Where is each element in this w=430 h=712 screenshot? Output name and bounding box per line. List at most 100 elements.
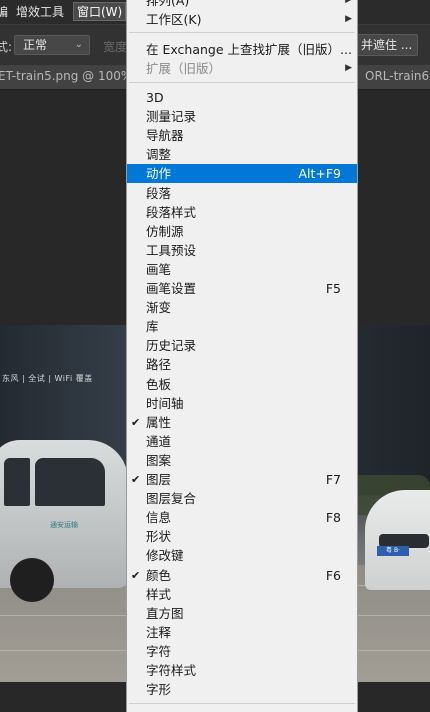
white-car-right: 粤 B· bbox=[365, 490, 430, 590]
menu-item-panels-14[interactable]: 路径 bbox=[127, 355, 357, 374]
menu-item-panels-23[interactable]: 形状 bbox=[127, 527, 357, 546]
menu-item-panels-5[interactable]: 段落 bbox=[127, 184, 357, 203]
menu-item-label: 排列(A) bbox=[146, 0, 190, 8]
menu-item-panels-26[interactable]: 样式 bbox=[127, 585, 357, 604]
menu-item-label: 测量记录 bbox=[146, 109, 197, 125]
car-window bbox=[4, 458, 30, 506]
menu-item-panels-20[interactable]: ✔ 图层 F7 bbox=[127, 470, 357, 489]
menu-item-label: 路径 bbox=[146, 357, 172, 373]
menu-item-label: 直方图 bbox=[146, 605, 184, 621]
menu-item-panels-27[interactable]: 直方图 bbox=[127, 604, 357, 623]
menu-edit[interactable]: 编 bbox=[0, 3, 8, 20]
menu-item-label: 形状 bbox=[146, 529, 172, 545]
menu-item-label: 库 bbox=[146, 319, 159, 335]
menu-separator bbox=[129, 82, 355, 84]
menu-item-extension-0[interactable]: 在 Exchange 上查找扩展（旧版）... bbox=[127, 40, 357, 59]
blend-mode-select[interactable]: 正常 ⌄ bbox=[14, 35, 90, 55]
menu-item-panels-28[interactable]: 注释 bbox=[127, 623, 357, 642]
menu-item-top-0[interactable]: 排列(A) ▶ bbox=[127, 0, 357, 10]
width-label: 宽度 bbox=[103, 40, 128, 54]
menu-item-label: 仿制源 bbox=[146, 223, 184, 239]
window-menu-dropdown: 排列(A) ▶ 工作区(K) ▶ 在 Exchange 上查找扩展（旧版）... 扩展（旧… bbox=[126, 0, 358, 712]
menu-item-label: 调整 bbox=[146, 147, 172, 163]
menu-item-panels-31[interactable]: 字形 bbox=[127, 680, 357, 699]
menu-item-label: 通道 bbox=[146, 433, 172, 449]
menu-item-label: 样式 bbox=[146, 586, 172, 602]
menu-window[interactable]: 窗口(W) bbox=[73, 2, 127, 21]
menu-item-panels-19[interactable]: 图案 bbox=[127, 451, 357, 470]
menu-item-label: 色板 bbox=[146, 376, 172, 392]
menu-item-label: 注释 bbox=[146, 624, 172, 640]
menu-item-shortcut: Alt+F9 bbox=[298, 166, 341, 182]
chevron-down-icon: ⌄ bbox=[74, 39, 83, 50]
car-window bbox=[35, 458, 105, 506]
select-and-mask-button[interactable]: 并遮住 ... bbox=[356, 34, 418, 56]
menu-item-panels-30[interactable]: 字符样式 bbox=[127, 661, 357, 680]
menu-item-panels-18[interactable]: 通道 bbox=[127, 432, 357, 451]
car-logo: 通安运输 bbox=[50, 521, 78, 529]
menu-item-label: 画笔 bbox=[146, 261, 172, 277]
menu-item-label: 属性 bbox=[146, 414, 172, 430]
menu-item-panels-25[interactable]: ✔ 颜色 F6 bbox=[127, 566, 357, 585]
menu-item-panels-4[interactable]: 动作 Alt+F9 bbox=[127, 164, 357, 184]
chevron-right-icon: ▶ bbox=[345, 63, 352, 74]
menu-item-label: 3D bbox=[146, 90, 164, 105]
menu-item-panels-6[interactable]: 段落样式 bbox=[127, 203, 357, 222]
menu-item-panels-0[interactable]: 3D bbox=[127, 88, 357, 107]
menu-item-label: 动作 bbox=[146, 166, 172, 182]
menu-item-label: 信息 bbox=[146, 510, 172, 526]
menu-item-top-1[interactable]: 工作区(K) ▶ bbox=[127, 10, 357, 29]
menu-item-panels-1[interactable]: 测量记录 bbox=[127, 107, 357, 126]
menu-separator bbox=[129, 32, 355, 34]
menu-item-panels-21[interactable]: 图层复合 bbox=[127, 489, 357, 508]
menu-item-panels-13[interactable]: 历史记录 bbox=[127, 336, 357, 355]
menu-item-label: 历史记录 bbox=[146, 338, 197, 354]
menu-item-panels-10[interactable]: 画笔设置 F5 bbox=[127, 279, 357, 298]
menu-item-label: 字符样式 bbox=[146, 663, 197, 678]
menu-item-shortcut: F5 bbox=[325, 281, 341, 296]
menu-item-shortcut: F7 bbox=[325, 472, 341, 487]
menu-item-shortcut: F6 bbox=[325, 567, 341, 583]
menu-item-panels-3[interactable]: 调整 bbox=[127, 145, 357, 164]
checkmark-icon: ✔ bbox=[131, 415, 141, 429]
menu-item-panels-22[interactable]: 信息 F8 bbox=[127, 508, 357, 527]
menu-item-panels-11[interactable]: 渐变 bbox=[127, 298, 357, 317]
menu-item-panels-7[interactable]: 仿制源 bbox=[127, 222, 357, 241]
menu-plugins[interactable]: 增效工具 bbox=[16, 3, 64, 20]
menu-item-panels-12[interactable]: 库 bbox=[127, 317, 357, 336]
car-wheel bbox=[10, 558, 54, 602]
menu-item-panels-15[interactable]: 色板 bbox=[127, 375, 357, 394]
menu-item-label: 工具预设 bbox=[146, 242, 197, 258]
chevron-right-icon: ▶ bbox=[345, 14, 352, 25]
menu-item-label: 图层 bbox=[146, 472, 172, 487]
menu-item-label: 修改键 bbox=[146, 548, 184, 564]
license-plate: 粤 B· bbox=[377, 546, 409, 556]
checkmark-icon: ✔ bbox=[131, 473, 141, 486]
menu-item-label: 扩展（旧版） bbox=[146, 61, 222, 77]
menu-item-panels-24[interactable]: 修改键 bbox=[127, 546, 357, 565]
blend-mode-value: 正常 bbox=[23, 38, 48, 52]
menu-item-label: 字形 bbox=[146, 682, 172, 698]
menu-item-panels-8[interactable]: 工具预设 bbox=[127, 241, 357, 260]
menu-item-shortcut: F8 bbox=[325, 510, 341, 526]
menu-item-label: 工作区(K) bbox=[146, 12, 202, 28]
menu-item-label: 渐变 bbox=[146, 300, 172, 316]
menu-item-label: 在 Exchange 上查找扩展（旧版）... bbox=[146, 42, 352, 58]
menu-item-label: 导航器 bbox=[146, 128, 184, 144]
mode-label: 式: bbox=[0, 40, 13, 54]
menu-item-panels-2[interactable]: 导航器 bbox=[127, 126, 357, 145]
menu-item-label: 段落样式 bbox=[146, 204, 197, 220]
menu-item-extension-1: 扩展（旧版） ▶ bbox=[127, 59, 357, 78]
menu-item-panels-9[interactable]: 画笔 bbox=[127, 260, 357, 279]
menu-item-label: 颜色 bbox=[146, 567, 172, 583]
menu-item-panels-29[interactable]: 字符 bbox=[127, 642, 357, 661]
menu-item-panels-16[interactable]: 时间轴 bbox=[127, 394, 357, 413]
white-car-left: 通安运输 bbox=[0, 440, 128, 602]
checkmark-icon: ✔ bbox=[131, 568, 141, 582]
chevron-right-icon: ▶ bbox=[345, 0, 352, 5]
menu-item-label: 图层复合 bbox=[146, 491, 197, 507]
menu-item-label: 图案 bbox=[146, 452, 172, 468]
document-tab-right[interactable]: ORL-train6.p bbox=[365, 69, 430, 83]
menu-separator bbox=[129, 703, 355, 704]
menu-item-panels-17[interactable]: ✔ 属性 bbox=[127, 413, 357, 432]
